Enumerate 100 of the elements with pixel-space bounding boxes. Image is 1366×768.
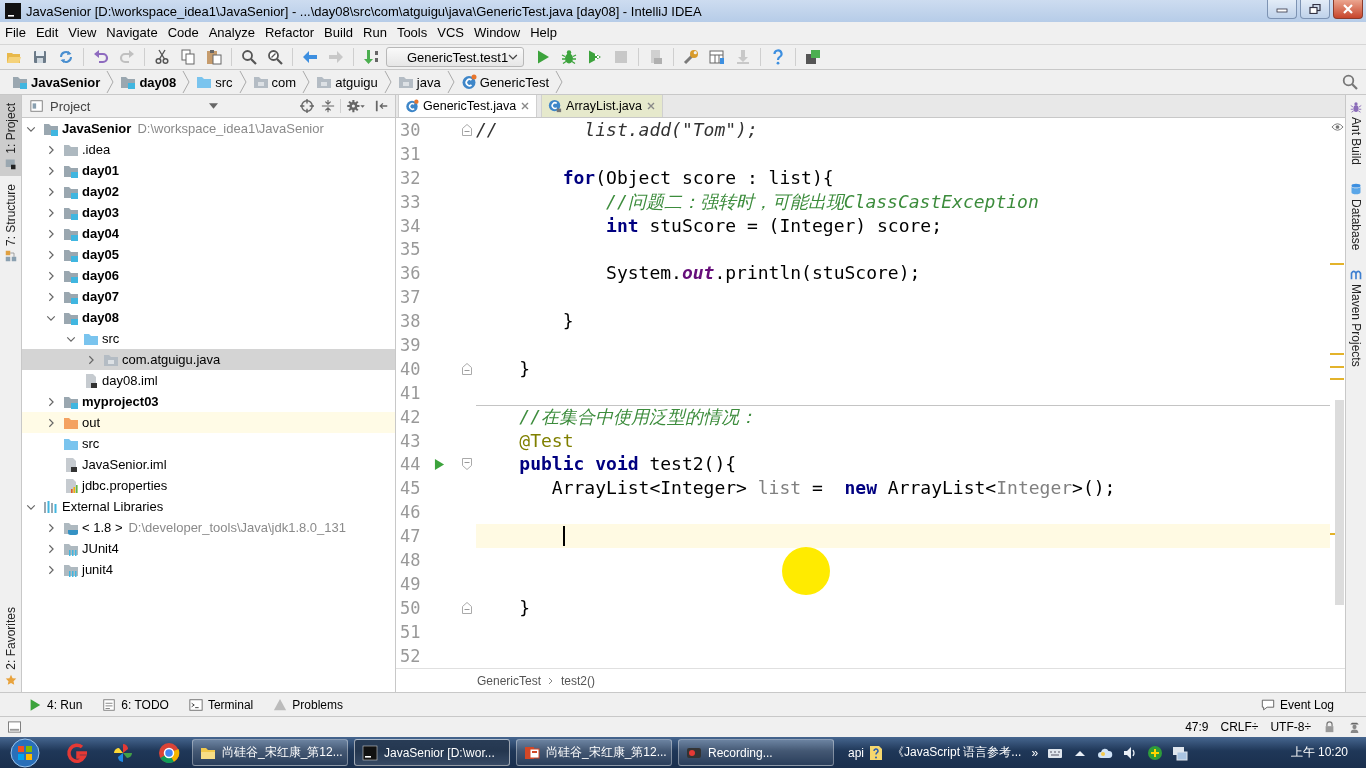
scissors-icon[interactable] bbox=[154, 49, 170, 65]
chevron-right-icon[interactable] bbox=[46, 543, 56, 554]
menu-item[interactable]: Run bbox=[358, 23, 392, 43]
breadcrumb[interactable]: test2() bbox=[561, 673, 596, 688]
breadcrumb[interactable]: src bbox=[194, 74, 239, 90]
menu-item[interactable]: Refactor bbox=[259, 23, 320, 43]
pinwheel-icon[interactable] bbox=[112, 741, 134, 764]
chevron-right-icon[interactable] bbox=[46, 228, 56, 239]
tree-item[interactable]: day04 bbox=[22, 223, 395, 244]
tree-item[interactable]: External Libraries bbox=[22, 496, 395, 517]
toolbar-link[interactable]: 《JavaScript 语言参考... bbox=[892, 744, 1022, 761]
editor-tab[interactable]: GenericTest.java bbox=[398, 95, 538, 117]
square-icon[interactable] bbox=[8, 721, 21, 733]
restore-button[interactable] bbox=[1300, 0, 1330, 19]
play-icon[interactable] bbox=[535, 49, 551, 65]
menu-item[interactable]: Analyze bbox=[203, 23, 260, 43]
paste-icon[interactable] bbox=[206, 49, 222, 65]
tree-item[interactable]: day05 bbox=[22, 244, 395, 265]
tool-window-tab[interactable]: 7: Structure bbox=[0, 175, 21, 268]
fold-marker-icon[interactable] bbox=[462, 123, 472, 136]
tool-window-button[interactable]: Terminal bbox=[188, 697, 254, 712]
person-icon[interactable] bbox=[1348, 721, 1361, 733]
breadcrumb[interactable]: atguigu bbox=[314, 74, 384, 90]
close-icon[interactable] bbox=[520, 101, 531, 111]
ring-icon[interactable] bbox=[158, 741, 180, 764]
toolbar-link[interactable]: api bbox=[848, 745, 864, 760]
close-icon[interactable] bbox=[645, 101, 656, 111]
chevron-right-icon[interactable] bbox=[46, 291, 56, 302]
search-icon[interactable] bbox=[241, 49, 257, 65]
start-orb-icon[interactable] bbox=[10, 737, 40, 768]
down-arrow-icon[interactable] bbox=[363, 49, 379, 65]
back-arrow-icon[interactable] bbox=[302, 49, 318, 65]
taskbar-button[interactable]: 尚硅谷_宋红康_第12... bbox=[192, 739, 348, 766]
fold-marker-icon[interactable] bbox=[462, 362, 472, 375]
undo-icon[interactable] bbox=[93, 49, 109, 65]
search-icon[interactable] bbox=[1342, 74, 1358, 90]
tool-window-tab[interactable]: Database bbox=[1349, 183, 1363, 251]
tree-item[interactable]: < 1.8 > D:\developer_tools\Java\jdk1.8.0_131 bbox=[22, 517, 395, 538]
menu-item[interactable]: Tools bbox=[391, 23, 433, 43]
breadcrumb[interactable]: day08 bbox=[118, 74, 183, 90]
caret-position[interactable]: 47:9 bbox=[1185, 720, 1209, 734]
chevron-right-icon[interactable] bbox=[86, 354, 96, 365]
play-icon[interactable] bbox=[433, 457, 445, 471]
close-button[interactable] bbox=[1333, 0, 1363, 19]
tree-item[interactable]: JUnit4 bbox=[22, 538, 395, 559]
tree-item[interactable]: src bbox=[22, 433, 395, 454]
tree-item[interactable]: day07 bbox=[22, 286, 395, 307]
tool-window-button[interactable]: Event Log bbox=[1260, 697, 1334, 712]
tree-item[interactable]: junit4 bbox=[22, 559, 395, 580]
help-icon[interactable] bbox=[770, 49, 786, 65]
tree-item[interactable]: JavaSenior.iml bbox=[22, 454, 395, 475]
tree-item[interactable]: day06 bbox=[22, 265, 395, 286]
taskbar-button[interactable]: 尚硅谷_宋红康_第12... bbox=[516, 739, 672, 766]
tree-item[interactable]: day08 bbox=[22, 307, 395, 328]
checkered-play-icon[interactable] bbox=[587, 49, 603, 65]
tree-item[interactable]: day08.iml bbox=[22, 370, 395, 391]
tool-window-tab[interactable]: Ant Build bbox=[1349, 101, 1363, 166]
copy-icon[interactable] bbox=[180, 49, 196, 65]
fold-marker-icon[interactable] bbox=[462, 458, 472, 471]
scroll-thumb[interactable] bbox=[1335, 400, 1344, 605]
tree-item[interactable]: JavaSenior D:\workspace_idea1\JavaSenior bbox=[22, 118, 395, 139]
swirl-icon[interactable] bbox=[66, 741, 88, 764]
tool-window-button[interactable]: 4: Run bbox=[28, 697, 83, 712]
breadcrumb[interactable]: GenericTest bbox=[477, 673, 542, 688]
overflow-chevron[interactable]: » bbox=[1031, 745, 1039, 760]
breadcrumb[interactable]: GenericTest bbox=[458, 74, 556, 90]
chevron-right-icon[interactable] bbox=[46, 207, 56, 218]
file-encoding[interactable]: UTF-8÷ bbox=[1270, 720, 1311, 734]
gear-icon[interactable] bbox=[346, 99, 366, 113]
breadcrumb[interactable]: java bbox=[395, 74, 447, 90]
chevron-right-icon[interactable] bbox=[46, 144, 56, 155]
lock-icon[interactable] bbox=[1323, 721, 1336, 733]
crosshair-icon[interactable] bbox=[300, 99, 314, 113]
tree-item[interactable]: day02 bbox=[22, 181, 395, 202]
magnifier-icon[interactable] bbox=[267, 49, 283, 65]
menu-item[interactable]: Edit bbox=[30, 23, 64, 43]
tree-item[interactable]: out bbox=[22, 412, 395, 433]
chevron-right-icon[interactable] bbox=[46, 165, 56, 176]
menu-item[interactable]: Build bbox=[319, 23, 358, 43]
chevron-right-icon[interactable] bbox=[46, 417, 56, 428]
run-config-dropdown[interactable]: GenericTest.test1 bbox=[386, 47, 524, 67]
menu-item[interactable]: File bbox=[0, 23, 31, 43]
fold-marker-icon[interactable] bbox=[462, 601, 472, 614]
chevron-right-icon[interactable] bbox=[46, 564, 56, 575]
tool-window-tab[interactable]: Maven Projects bbox=[1349, 268, 1363, 368]
chevron-right-icon[interactable] bbox=[46, 249, 56, 260]
sync-icon[interactable] bbox=[58, 49, 74, 65]
menu-item[interactable]: Help bbox=[525, 23, 562, 43]
chevron-right-icon[interactable] bbox=[46, 522, 56, 533]
tree-item[interactable]: day03 bbox=[22, 202, 395, 223]
chevron-right-icon[interactable] bbox=[46, 186, 56, 197]
chip-icon[interactable] bbox=[805, 49, 821, 65]
taskbar-button[interactable]: JavaSenior [D:\wor... bbox=[354, 739, 510, 766]
menu-item[interactable]: Navigate bbox=[101, 23, 163, 43]
line-separator[interactable]: CRLF÷ bbox=[1220, 720, 1259, 734]
tool-window-button[interactable]: Problems bbox=[273, 697, 343, 712]
clock[interactable]: 上午 10:20 bbox=[1290, 744, 1348, 761]
tree-item[interactable]: src bbox=[22, 328, 395, 349]
eye-icon[interactable] bbox=[1331, 122, 1344, 132]
monitor-icon[interactable] bbox=[1172, 744, 1189, 761]
